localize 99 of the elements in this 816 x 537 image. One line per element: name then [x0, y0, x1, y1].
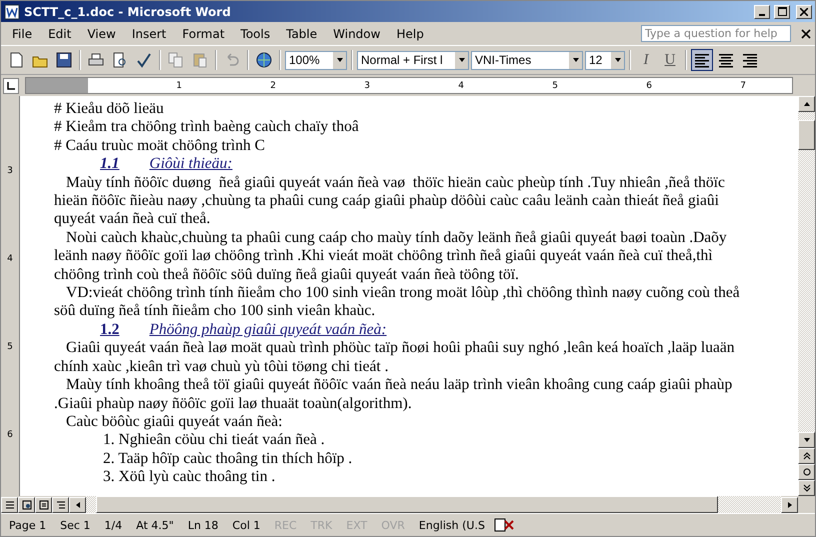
document-text: söû duïng ñeå tính ñieåm cho 100 sinh vieân khaùc. [54, 302, 376, 321]
status-item: Sec 1 [59, 518, 92, 532]
up-arrow-icon [802, 100, 810, 108]
style-combo[interactable]: Normal + First l [357, 50, 469, 70]
heading-text: Phöông phaùp giaûi quyeát vaán ñeà: [149, 320, 387, 340]
web-view-button[interactable] [18, 496, 35, 512]
left-arrow-icon [74, 500, 82, 508]
document-text: .Giaûi phaùp naøy ñöôïc goïi laø thuaät toaùn(algorithm). [54, 394, 412, 413]
menu-item[interactable]: Help [389, 24, 431, 42]
page-icon [38, 500, 48, 510]
scroll-thumb[interactable] [798, 120, 815, 150]
scroll-right-button[interactable] [781, 496, 798, 512]
minimize-button[interactable] [754, 4, 770, 18]
menu-item[interactable]: Tools [234, 24, 278, 42]
ruler-number: 2 [269, 80, 276, 90]
ruler-number: 1 [175, 80, 182, 90]
maximize-icon [778, 7, 786, 16]
scroll-left-button[interactable] [69, 496, 86, 512]
normal-view-button[interactable] [1, 496, 18, 512]
print-view-button[interactable] [35, 496, 52, 512]
minimize-icon [759, 14, 765, 16]
window-title: SCTT_c_1.doc - Microsoft Word [24, 4, 232, 18]
list-item: 1. Nghieân cöùu chi tieát vaán ñeà . [102, 431, 325, 450]
lines-icon [4, 500, 14, 510]
outline-view-button[interactable] [52, 496, 69, 512]
menu-item[interactable]: Window [326, 24, 388, 42]
menu-item[interactable]: File [5, 24, 40, 42]
close-icon [800, 8, 808, 16]
scroll-down-button[interactable] [798, 432, 815, 448]
maximize-button[interactable] [774, 4, 790, 18]
document-text: Maùy tính khoâng theå töï giaûi quyeát ñöôïc vaán ñeà neáu laäp trình vieân khoâng cung caáp giaûi phaùp [65, 376, 732, 394]
status-item: English (U.S [418, 518, 486, 532]
status-item: 1/4 [103, 518, 124, 532]
app-icon [4, 4, 20, 20]
list-item: 3. Xöû lyù caùc thoâng tin . [102, 468, 276, 487]
document-text: Caùc böôùc giaûi quyeát vaán ñeà: [65, 412, 282, 432]
status-item: Col 1 [231, 518, 262, 532]
spelling-status-icon [492, 517, 515, 533]
document-text: quyeát vaán ñeà cuï theå. [54, 210, 210, 229]
outline-icon [56, 500, 66, 510]
ruler-number: 5 [7, 342, 13, 352]
ruler-number: 5 [551, 80, 558, 90]
list-item: 2. Taäp hôïp caùc thoâng tin thích hôïp . [102, 450, 352, 468]
menu-item[interactable]: Insert [124, 24, 174, 42]
menu-item[interactable]: Edit [41, 24, 78, 42]
document-text: Noùi caùch khaùc,chuùng ta phaûi cung caáp cho maùy tính daõy leänh ñeå giaûi quyeát baøi toaùn .Daõy [65, 228, 727, 248]
double-up-arrow-icon [802, 451, 812, 461]
next-page-button[interactable] [798, 480, 815, 496]
ruler-number: 4 [7, 254, 13, 264]
dropdown-arrow-icon [458, 56, 466, 64]
font-combo[interactable]: VNI-Times [471, 50, 583, 70]
ruler-number: 6 [7, 430, 13, 440]
document-text: VD:vieát chöông trình tính ñieåm cho 100 sinh vieân trong moät lôùp ,thì chöông thình naøy cuõng coù theå [65, 284, 740, 302]
document-text: Giaûi quyeát vaán ñeà laø moät quaù trình phöùc taïp ñoøi hoûi phaûi suy nghó ,leân keá hoaïch ,laäp luaän [65, 339, 734, 358]
document-text: chính xaùc ,kieân trì vaø chuù yù tôùi töøng chi tieát . [54, 358, 388, 376]
double-down-arrow-icon [802, 483, 812, 493]
down-arrow-icon [802, 436, 810, 444]
web-page-icon [22, 500, 32, 510]
align-left-button[interactable] [691, 49, 713, 71]
previous-page-button[interactable] [798, 448, 815, 464]
dropdown-arrow-icon [614, 56, 622, 64]
menu-item[interactable]: Table [279, 24, 324, 42]
document-text: # Kieåu döõ lieäu [54, 100, 164, 118]
zoom-combo[interactable]: 100% [285, 50, 347, 70]
tab-stop-selector[interactable] [3, 78, 19, 94]
document-text: Maùy tính ñöôïc duøng ñeå giaûi quyeát vaán ñeà vaø thöïc hieän caùc pheùp tính .Tuy nhieân ,ñeå thöïc [65, 174, 725, 192]
document-text: # Kieåm tra chöông trình baèng caùch chaïy thoâ [54, 118, 359, 137]
menu-item[interactable]: View [80, 24, 123, 42]
status-item: Ln 18 [186, 518, 220, 532]
heading-text: Giôùi thieäu: [149, 155, 232, 174]
horizontal-scroll-thumb[interactable] [96, 496, 718, 513]
status-item: Page 1 [8, 518, 48, 532]
left-tab-icon [7, 82, 15, 90]
ruler-margin [26, 78, 88, 93]
scroll-up-button[interactable] [798, 96, 815, 112]
document-text: # Caáu truùc moät chöông trình C [54, 136, 265, 156]
heading-number: 1.1 [100, 155, 120, 174]
help-search-field[interactable]: Type a question for help [641, 25, 791, 42]
font-size-combo[interactable]: 12 [585, 50, 625, 70]
right-arrow-icon [786, 500, 794, 508]
menu-item[interactable]: Format [175, 24, 232, 42]
heading-number: 1.2 [100, 320, 120, 340]
browse-object-button[interactable] [798, 464, 815, 480]
underline-button[interactable]: U [659, 49, 681, 71]
ruler-number: 7 [739, 80, 746, 90]
document-text: hieän ñöôïc ñieàu naøy ,chuùng ta phaûi cung caáp giaûi phaùp döôùi caùc caâu leänh caàn thieát ñeå giaûi [54, 192, 719, 210]
dropdown-arrow-icon [572, 56, 580, 64]
italic-button[interactable]: I [635, 49, 657, 71]
circle-icon [802, 467, 812, 477]
ruler-number: 4 [457, 80, 464, 90]
document-text: chöông trình coù theå ñöôïc söû duïng ñeå giaûi quyeát vaán ñeà töông töï. [54, 266, 519, 284]
dropdown-arrow-icon [336, 56, 344, 64]
ruler-number: 3 [363, 80, 370, 90]
close-button[interactable] [796, 4, 812, 18]
ruler-number: 6 [645, 80, 652, 90]
ruler-number: 3 [7, 166, 13, 176]
close-document-icon[interactable] [801, 28, 811, 38]
status-item: At 4.5" [135, 518, 175, 532]
document-text: leänh naøy ñöôïc goïi laø chöông trình .Khi vieát moät chöông trình ñeå giaûi quyeát vaán ñeà cuï theå,thì [54, 247, 713, 266]
